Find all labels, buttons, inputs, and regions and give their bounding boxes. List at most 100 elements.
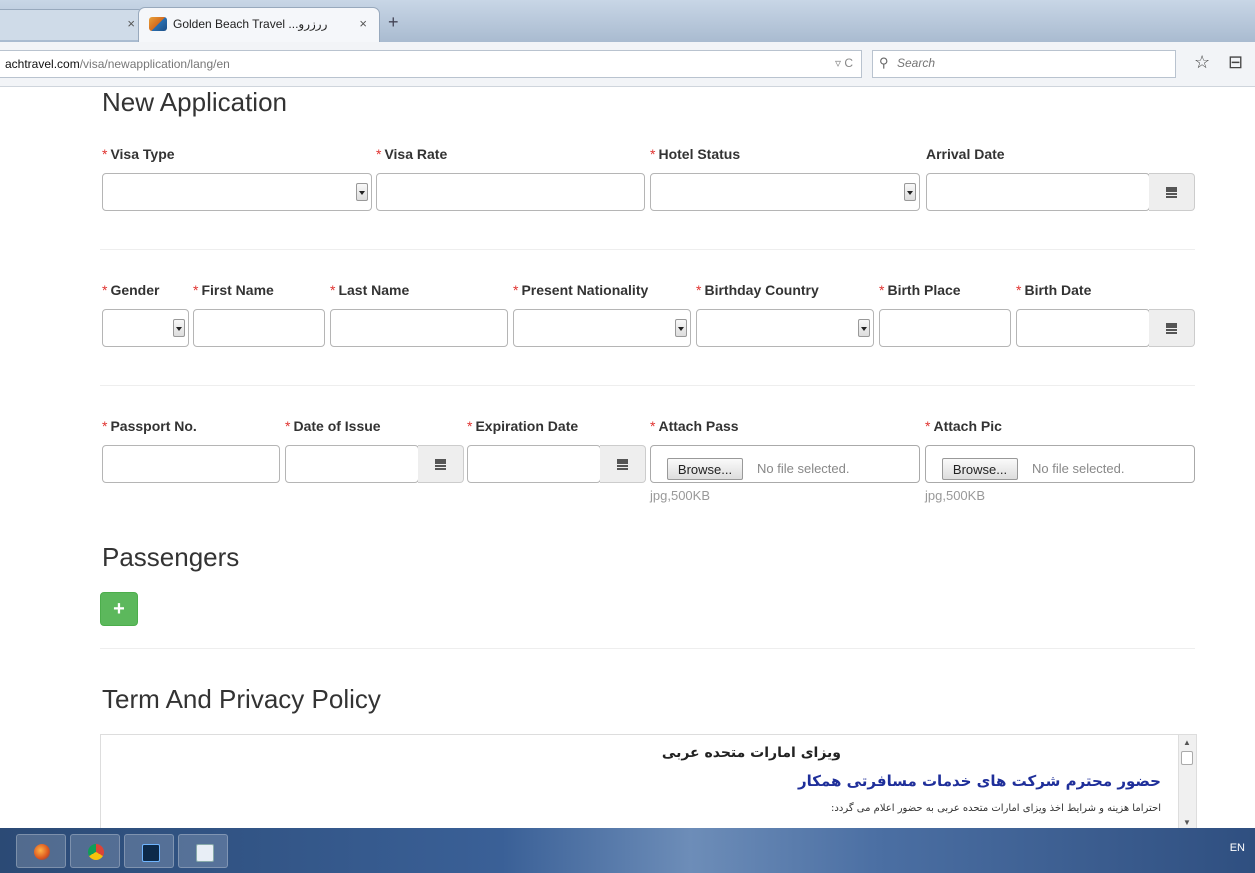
date-of-issue-label: * Date of Issue: [285, 418, 381, 434]
chevron-down-icon: [858, 319, 870, 337]
close-tab-icon[interactable]: ×: [127, 16, 135, 31]
passport-no-label-text: Passport No.: [110, 418, 197, 434]
new-tab-button[interactable]: +: [388, 12, 399, 33]
browser-tab-bar: × Golden Beach Travel ...ررزرو × +: [0, 0, 1255, 43]
taskbar-chrome-icon[interactable]: [70, 834, 120, 868]
attach-pic-label: * Attach Pic: [925, 418, 1002, 434]
scroll-thumb[interactable]: [1181, 751, 1193, 765]
scroll-down-icon[interactable]: ▼: [1183, 818, 1191, 827]
birthday-country-select[interactable]: [696, 309, 874, 347]
gender-select[interactable]: [102, 309, 189, 347]
required-mark: *: [650, 146, 656, 162]
browser-search-box[interactable]: ⚲: [872, 50, 1176, 78]
close-tab-icon[interactable]: ×: [359, 16, 367, 31]
scroll-up-icon[interactable]: ▲: [1183, 738, 1191, 747]
arrival-date-calendar-button[interactable]: [1149, 173, 1195, 211]
expiration-date-calendar-button[interactable]: [600, 445, 646, 483]
terms-heading: ویزای امارات متحده عربی: [661, 745, 841, 761]
terms-scrollbar[interactable]: ▲ ▼: [1178, 735, 1196, 829]
browser-search-input[interactable]: [895, 55, 1169, 71]
visa-rate-input[interactable]: [376, 173, 645, 211]
url-text: achtravel.com/visa/newapplication/lang/e…: [5, 57, 230, 71]
attach-pass-status: No file selected.: [757, 461, 850, 476]
bookmark-star-icon[interactable]: ☆: [1194, 52, 1210, 73]
visa-rate-label: * Visa Rate: [376, 146, 447, 162]
visa-rate-label-text: Visa Rate: [384, 146, 448, 162]
reading-list-icon[interactable]: ⊟: [1228, 52, 1243, 73]
hotel-status-label-text: Hotel Status: [658, 146, 741, 162]
language-indicator[interactable]: EN: [1230, 842, 1245, 854]
birthday-country-label-text: Birthday Country: [704, 282, 819, 298]
last-name-input[interactable]: [330, 309, 508, 347]
required-mark: *: [285, 418, 291, 434]
attach-pass-label-text: Attach Pass: [658, 418, 739, 434]
attach-pass-hint: jpg,500KB: [650, 488, 710, 503]
divider: [100, 385, 1195, 386]
present-nationality-select[interactable]: [513, 309, 691, 347]
last-name-label: * Last Name: [330, 282, 409, 298]
first-name-input[interactable]: [193, 309, 325, 347]
hotel-status-select[interactable]: [650, 173, 920, 211]
passport-no-label: * Passport No.: [102, 418, 197, 434]
divider: [100, 249, 1195, 250]
birth-place-label-text: Birth Place: [887, 282, 961, 298]
chevron-down-icon: [173, 319, 185, 337]
chevron-down-icon: [356, 183, 368, 201]
passport-no-input[interactable]: [102, 445, 280, 483]
attach-pic-hint: jpg,500KB: [925, 488, 985, 503]
terms-text-box[interactable]: ویزای امارات متحده عربی حضور محترم شرکت …: [100, 734, 1197, 830]
taskbar-photoshop-icon[interactable]: [124, 834, 174, 868]
terms-body-text: احتراما هزینه و شرایط اخذ ویزای امارات م…: [831, 803, 1161, 814]
visa-type-select[interactable]: [102, 173, 372, 211]
birth-date-calendar-button[interactable]: [1149, 309, 1195, 347]
address-bar[interactable]: achtravel.com/visa/newapplication/lang/e…: [0, 50, 862, 78]
reload-icon[interactable]: ▿ C: [835, 56, 853, 70]
arrival-date-input[interactable]: [926, 173, 1150, 211]
page-content: New Application * Visa Type * Visa Rate * H…: [0, 87, 1255, 830]
birth-date-label: * Birth Date: [1016, 282, 1091, 298]
gender-label: * Gender: [102, 282, 159, 298]
date-of-issue-input[interactable]: [285, 445, 419, 483]
calendar-icon: [435, 459, 446, 470]
passengers-title: Passengers: [102, 542, 240, 572]
attach-pic-file-input[interactable]: Browse... No file selected.: [925, 445, 1195, 483]
taskbar-app-icon[interactable]: [178, 834, 228, 868]
tab-title: Golden Beach Travel ...ررزرو: [173, 17, 328, 31]
birth-place-input[interactable]: [879, 309, 1011, 347]
required-mark: *: [102, 146, 108, 162]
present-nationality-label-text: Present Nationality: [521, 282, 649, 298]
add-passenger-button[interactable]: +: [100, 592, 138, 626]
search-icon: ⚲: [879, 55, 889, 70]
browser-nav-bar: achtravel.com/visa/newapplication/lang/e…: [0, 42, 1255, 87]
attach-pic-label-text: Attach Pic: [933, 418, 1002, 434]
url-domain: achtravel.com: [5, 57, 80, 71]
visa-type-label: * Visa Type: [102, 146, 175, 162]
required-mark: *: [513, 282, 519, 298]
date-of-issue-calendar-button[interactable]: [418, 445, 464, 483]
attach-pic-browse-button[interactable]: Browse...: [942, 458, 1018, 480]
taskbar-firefox-icon[interactable]: [16, 834, 66, 868]
required-mark: *: [696, 282, 702, 298]
browser-tab-active[interactable]: Golden Beach Travel ...ررزرو ×: [138, 7, 380, 43]
birth-date-label-text: Birth Date: [1024, 282, 1092, 298]
os-taskbar: EN: [0, 828, 1255, 873]
attach-pass-file-input[interactable]: Browse... No file selected.: [650, 445, 920, 483]
terms-title: Term And Privacy Policy: [102, 684, 381, 714]
date-of-issue-label-text: Date of Issue: [293, 418, 381, 434]
attach-pic-status: No file selected.: [1032, 461, 1125, 476]
required-mark: *: [650, 418, 656, 434]
first-name-label: * First Name: [193, 282, 274, 298]
divider: [100, 648, 1195, 649]
required-mark: *: [102, 282, 108, 298]
attach-pass-browse-button[interactable]: Browse...: [667, 458, 743, 480]
required-mark: *: [1016, 282, 1022, 298]
birth-date-input[interactable]: [1016, 309, 1150, 347]
terms-greeting: حضور محترم شرکت های خدمات مسافرتی همکار: [797, 772, 1161, 790]
chevron-down-icon: [904, 183, 916, 201]
expiration-date-input[interactable]: [467, 445, 601, 483]
browser-tab-inactive[interactable]: ×: [0, 9, 144, 40]
required-mark: *: [925, 418, 931, 434]
chevron-down-icon: [675, 319, 687, 337]
calendar-icon: [1166, 187, 1177, 198]
calendar-icon: [617, 459, 628, 470]
